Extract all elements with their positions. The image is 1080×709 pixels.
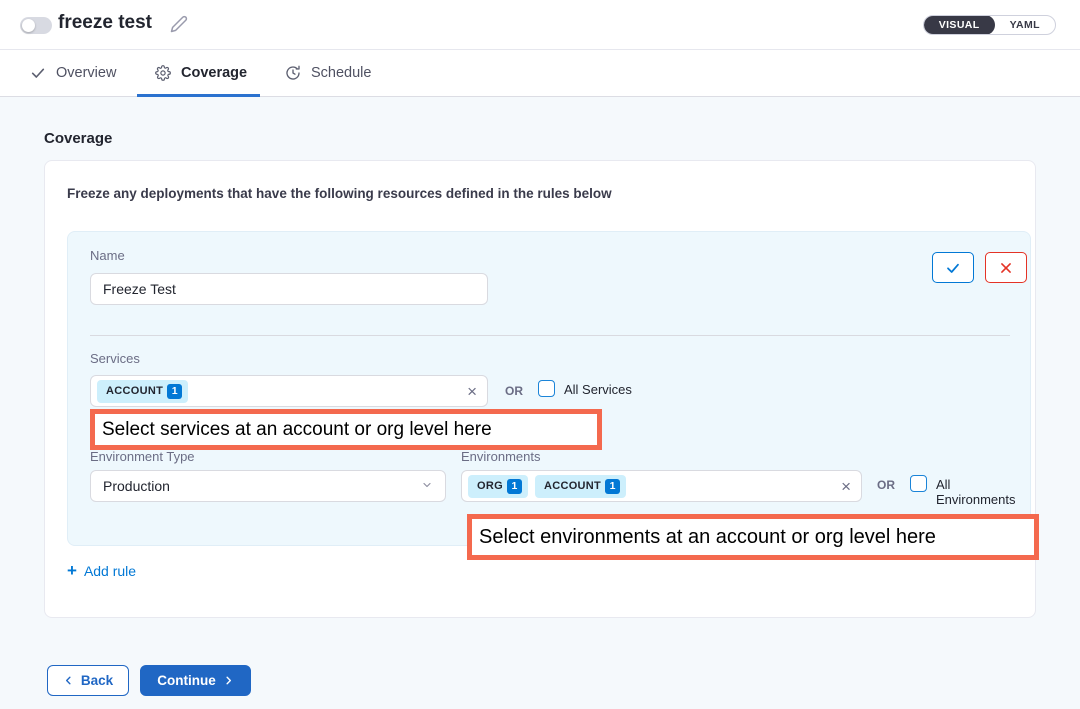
environments-annotation-callout: Select environments at an account or org… [467, 514, 1039, 560]
clear-services-icon[interactable]: × [467, 383, 477, 400]
visual-yaml-toggle: VISUAL YAML [923, 15, 1056, 35]
edit-pencil-icon[interactable] [170, 15, 188, 33]
tag-count-badge: 1 [605, 479, 620, 494]
tab-coverage[interactable]: Coverage [155, 50, 247, 96]
service-tag-account[interactable]: ACCOUNT 1 [97, 380, 188, 403]
environments-or-label: OR [877, 478, 895, 492]
check-icon [30, 65, 46, 81]
toggle-knob [22, 19, 35, 32]
services-label: Services [90, 351, 140, 366]
all-services-label: All Services [564, 382, 632, 397]
continue-label: Continue [157, 673, 216, 688]
x-icon [999, 261, 1013, 275]
rule-panel: Name Services ACCOUNT 1 × OR All Servi [67, 231, 1031, 546]
confirm-rule-button[interactable] [932, 252, 974, 283]
back-button[interactable]: Back [47, 665, 129, 696]
back-label: Back [81, 673, 113, 688]
cancel-rule-button[interactable] [985, 252, 1027, 283]
rule-name-input[interactable] [90, 273, 488, 305]
continue-button[interactable]: Continue [140, 665, 251, 696]
services-multiselect[interactable]: ACCOUNT 1 × [90, 375, 488, 407]
chevron-left-icon [63, 675, 74, 686]
panel-divider [90, 335, 1010, 336]
tab-schedule-label: Schedule [311, 65, 371, 81]
freeze-window: freeze test VISUAL YAML Overview Coverag… [0, 0, 1080, 709]
clear-environments-icon[interactable]: × [841, 478, 851, 495]
tag-label: ACCOUNT [106, 385, 163, 397]
coverage-section-title: Coverage [44, 130, 112, 147]
all-environments-label: All Environments [936, 477, 1030, 507]
chevron-right-icon [223, 675, 234, 686]
coverage-description: Freeze any deployments that have the fol… [67, 186, 612, 201]
environment-tag-org[interactable]: ORG 1 [468, 475, 528, 498]
tab-coverage-label: Coverage [181, 65, 247, 81]
services-annotation-callout: Select services at an account or org lev… [90, 409, 602, 450]
page-title: freeze test [58, 12, 152, 34]
all-environments-checkbox[interactable] [910, 475, 927, 492]
tag-count-badge: 1 [507, 479, 522, 494]
active-tab-underline [137, 94, 260, 97]
environments-label: Environments [461, 449, 540, 464]
tag-label: ACCOUNT [544, 480, 601, 492]
visual-toggle-option[interactable]: VISUAL [924, 15, 995, 35]
plus-icon [67, 562, 77, 579]
environment-type-value: Production [103, 478, 170, 494]
chevron-down-icon [421, 478, 433, 494]
add-rule-label: Add rule [84, 563, 136, 579]
gear-icon [155, 65, 171, 81]
schedule-clock-icon [285, 65, 301, 81]
tab-overview[interactable]: Overview [30, 50, 116, 96]
yaml-toggle-option[interactable]: YAML [995, 15, 1055, 35]
header: freeze test VISUAL YAML [0, 0, 1080, 50]
all-services-checkbox[interactable] [538, 380, 555, 397]
environment-type-label: Environment Type [90, 449, 195, 464]
name-label: Name [90, 248, 125, 263]
check-icon [945, 260, 961, 276]
environments-multiselect[interactable]: ORG 1 ACCOUNT 1 × [461, 470, 862, 502]
tab-overview-label: Overview [56, 65, 116, 81]
tag-count-badge: 1 [167, 384, 182, 399]
environment-type-select[interactable]: Production [90, 470, 446, 502]
tab-bar: Overview Coverage Schedule [0, 50, 1080, 97]
add-rule-button[interactable]: Add rule [67, 562, 136, 579]
services-or-label: OR [505, 384, 523, 398]
environment-tag-account[interactable]: ACCOUNT 1 [535, 475, 626, 498]
coverage-card: Freeze any deployments that have the fol… [44, 160, 1036, 618]
tag-label: ORG [477, 480, 503, 492]
freeze-enable-toggle[interactable] [20, 17, 52, 34]
tab-schedule[interactable]: Schedule [285, 50, 371, 96]
